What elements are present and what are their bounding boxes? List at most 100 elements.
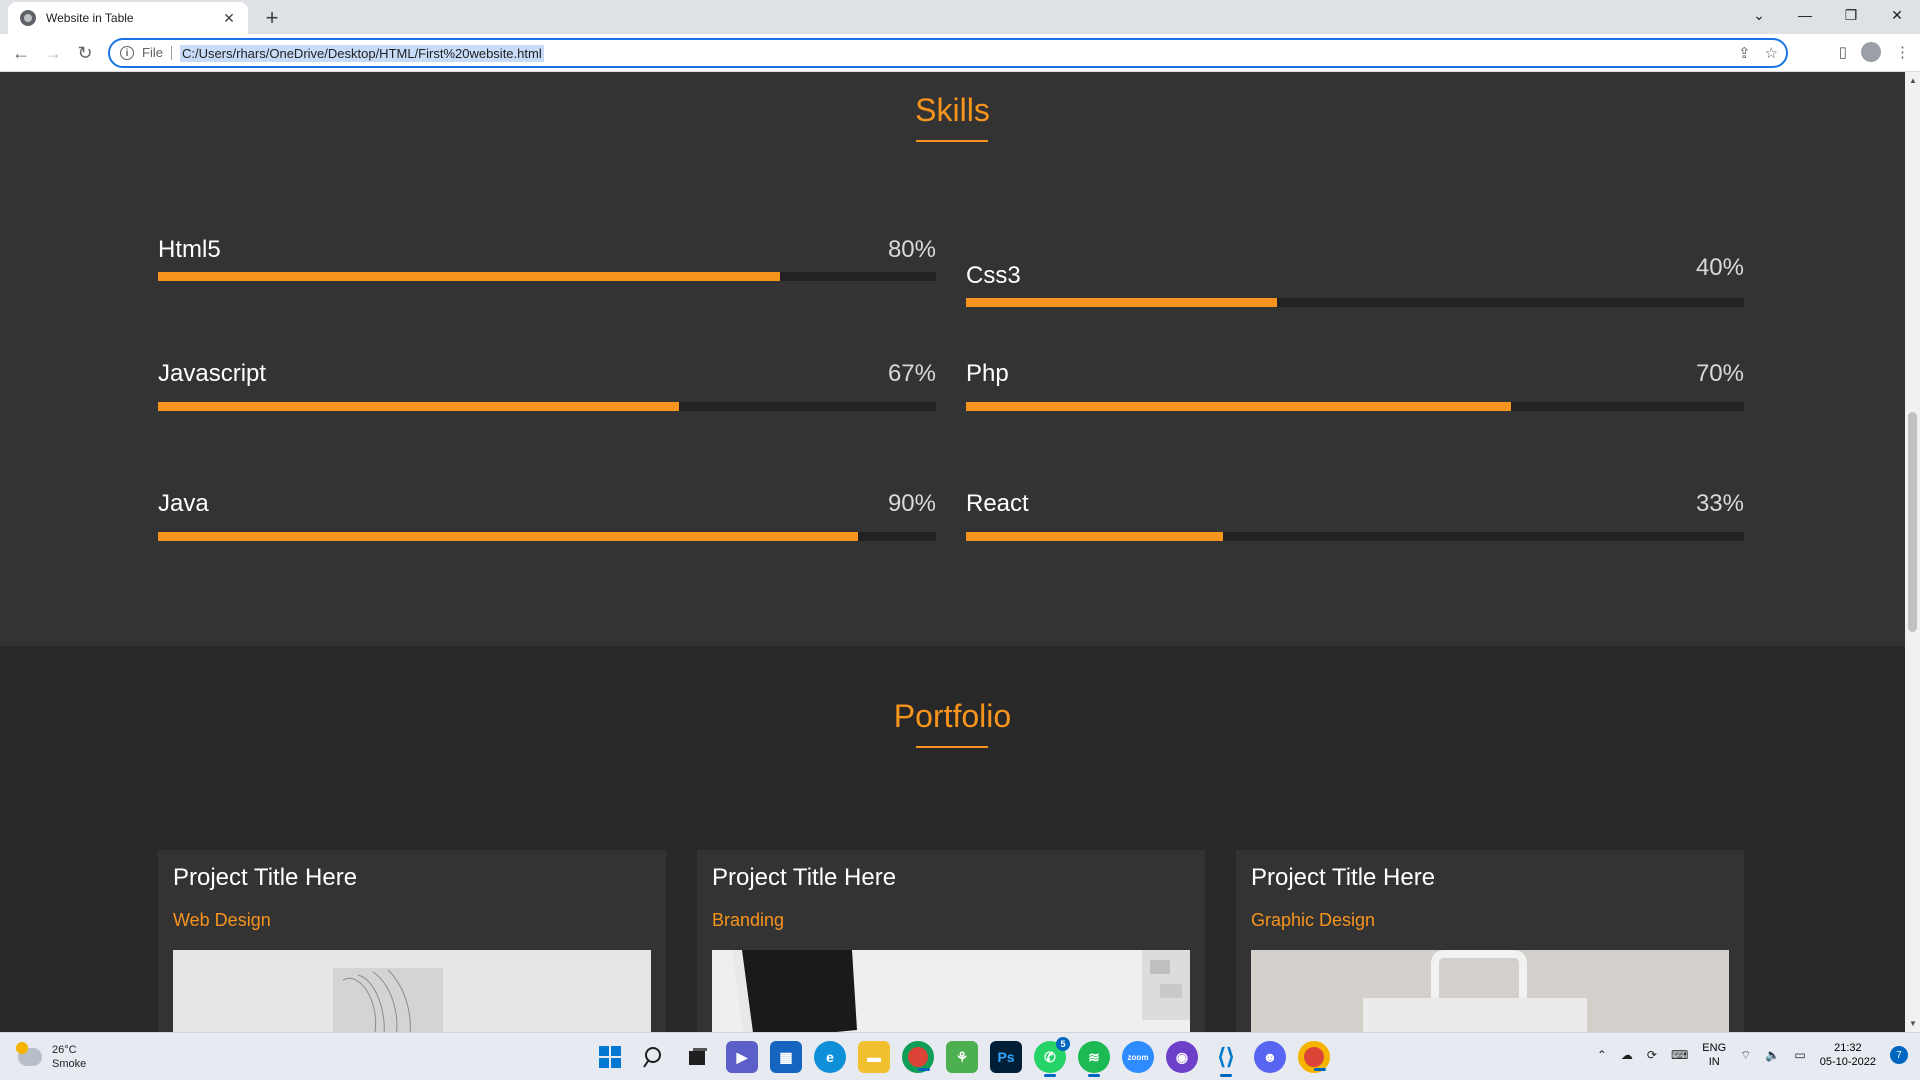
keyboard-icon[interactable]: ⌨ <box>1671 1048 1688 1062</box>
project-category[interactable]: Graphic Design <box>1251 910 1375 931</box>
skills-section: Skills Html5 80% Css3 40% Javascript 67%… <box>0 72 1905 646</box>
skill-name: Html5 <box>158 236 221 263</box>
close-window-icon[interactable]: ✕ <box>1874 0 1920 30</box>
skill-bar-track <box>158 272 936 281</box>
reload-icon[interactable]: ↻ <box>74 42 96 64</box>
edge-icon[interactable]: e <box>814 1041 846 1073</box>
tab-strip: Website in Table ✕ + ⌄ — ❐ ✕ <box>0 0 1920 34</box>
forward-arrow-icon[interactable]: → <box>42 42 64 64</box>
scrollbar-thumb[interactable] <box>1908 412 1917 632</box>
new-tab-button[interactable]: + <box>258 4 286 32</box>
clock[interactable]: 21:32 05-10-2022 <box>1820 1041 1876 1069</box>
tab-title: Website in Table <box>46 11 134 25</box>
side-panel-icon[interactable]: ▯ <box>1839 43 1847 61</box>
url-scheme-label: File <box>142 46 172 60</box>
project-category[interactable]: Web Design <box>173 910 271 931</box>
wifi-icon[interactable]: ⌔ <box>1740 1048 1751 1063</box>
clock-date: 05-10-2022 <box>1819 1056 1876 1068</box>
skill-percent: 33% <box>1695 490 1744 517</box>
zoom-icon[interactable]: zoom <box>1122 1041 1154 1073</box>
vscode-icon[interactable]: ⟨⟩ <box>1210 1041 1242 1077</box>
share-icon[interactable]: ⇪ <box>1738 44 1751 62</box>
chrome-active-icon[interactable] <box>1298 1041 1330 1073</box>
windows-start-icon[interactable] <box>594 1041 626 1073</box>
project-title: Project Title Here <box>173 864 358 891</box>
globe-icon <box>20 10 36 26</box>
language-code: ENG <box>1702 1042 1727 1054</box>
spotify-icon[interactable]: ≋ <box>1078 1041 1110 1077</box>
skill-bar-fill <box>158 532 859 541</box>
skill-percent: 90% <box>887 490 936 517</box>
project-category[interactable]: Branding <box>712 910 784 931</box>
skills-title-underline <box>916 140 988 142</box>
window-controls: ⌄ — ❐ ✕ <box>1736 0 1920 30</box>
weather-icon <box>16 1042 42 1066</box>
minimize-icon[interactable]: — <box>1782 0 1828 30</box>
region-code: IN <box>1708 1056 1720 1068</box>
menu-kebab-icon[interactable]: ⋮ <box>1895 43 1910 61</box>
portfolio-title-underline <box>916 746 988 748</box>
skill-bar-track <box>966 402 1744 411</box>
whatsapp-badge: 5 <box>1056 1037 1070 1051</box>
tab-search-chevron-icon[interactable]: ⌄ <box>1736 0 1782 30</box>
skill-bar-fill <box>966 402 1511 411</box>
restore-icon[interactable]: ❐ <box>1828 0 1874 30</box>
page-scrollbar[interactable]: ▲ ▼ <box>1905 72 1920 1032</box>
discord-icon[interactable]: ☻ <box>1254 1041 1286 1073</box>
notification-badge[interactable]: 7 <box>1890 1046 1908 1064</box>
skill-name: Css3 <box>966 262 1021 289</box>
url-text[interactable]: C:/Users/rhars/OneDrive/Desktop/HTML/Fir… <box>179 44 544 62</box>
battery-icon[interactable]: ▭ <box>1794 1048 1805 1062</box>
project-card[interactable]: Project Title Here Branding <box>697 850 1205 1032</box>
project-thumbnail-image[interactable] <box>1251 950 1729 1032</box>
skill-percent: 80% <box>887 236 936 263</box>
system-tray: ⌃ ☁ ⟳ ⌨ ENG IN ⌔ 🔈 ▭ 21:32 05-10-2022 7 <box>1597 1041 1908 1069</box>
skill-name: Javascript <box>158 360 267 387</box>
skill-bar-track <box>158 402 936 411</box>
scroll-up-icon[interactable]: ▲ <box>1909 76 1917 85</box>
profile-avatar-icon[interactable] <box>1861 42 1881 62</box>
task-view-icon[interactable] <box>682 1041 714 1073</box>
weather-description: Smoke <box>52 1058 87 1070</box>
file-explorer-icon[interactable]: ▬ <box>858 1041 890 1073</box>
photoshop-icon[interactable]: Ps <box>990 1041 1022 1073</box>
scroll-down-icon[interactable]: ▼ <box>1909 1019 1917 1028</box>
skill-bar-track <box>966 532 1744 541</box>
search-icon[interactable] <box>638 1041 670 1073</box>
weather-temperature: 26°C <box>52 1044 77 1056</box>
browser-toolbar: ← → ↻ i File C:/Users/rhars/OneDrive/Des… <box>0 34 1920 72</box>
skill-bar-fill <box>966 532 1223 541</box>
page-viewport: Skills Html5 80% Css3 40% Javascript 67%… <box>0 72 1905 1032</box>
browser-tab[interactable]: Website in Table ✕ <box>8 2 248 34</box>
app-icon[interactable]: ⚘ <box>946 1041 978 1073</box>
info-icon[interactable]: i <box>120 46 134 60</box>
sync-icon[interactable]: ⟳ <box>1647 1048 1657 1062</box>
project-thumbnail-image[interactable] <box>173 950 651 1032</box>
skill-bar-fill <box>158 272 781 281</box>
project-card[interactable]: Project Title Here Graphic Design <box>1236 850 1744 1032</box>
skill-name: Java <box>158 490 209 517</box>
teams-chat-icon[interactable]: ▶ <box>726 1041 758 1073</box>
portfolio-title: Portfolio <box>893 698 1012 734</box>
clock-time: 21:32 <box>1834 1042 1862 1054</box>
skill-name: Php <box>966 360 1009 387</box>
store-icon[interactable]: ▦ <box>770 1041 802 1073</box>
skill-percent: 40% <box>1695 254 1744 281</box>
language-indicator[interactable]: ENG IN <box>1702 1041 1726 1069</box>
project-card[interactable]: Project Title Here Web Design <box>158 850 666 1032</box>
back-arrow-icon[interactable]: ← <box>10 42 32 64</box>
tab-close-icon[interactable]: ✕ <box>220 10 238 27</box>
skill-bar-track <box>966 298 1744 307</box>
whatsapp-icon[interactable]: ✆ 5 <box>1034 1037 1070 1077</box>
weather-widget[interactable]: 26°C Smoke <box>16 1042 87 1071</box>
taskbar-apps: ▶ ▦ e ▬ ⚘ Ps ✆ 5 ≋ zoom ◉ ⟨⟩ ☻ <box>594 1037 1330 1077</box>
address-bar[interactable]: i File C:/Users/rhars/OneDrive/Desktop/H… <box>108 38 1788 68</box>
github-icon[interactable]: ◉ <box>1166 1041 1198 1073</box>
chrome-icon[interactable] <box>902 1041 934 1073</box>
volume-icon[interactable]: 🔈 <box>1765 1048 1780 1062</box>
project-thumbnail-image[interactable] <box>712 950 1190 1032</box>
bookmark-star-icon[interactable]: ☆ <box>1765 44 1778 62</box>
windows-taskbar: 26°C Smoke ▶ ▦ e ▬ ⚘ Ps ✆ 5 ≋ zoom ◉ ⟨⟩ ☻… <box>0 1032 1920 1080</box>
onedrive-cloud-icon[interactable]: ☁ <box>1621 1048 1633 1062</box>
chevron-up-icon[interactable]: ⌃ <box>1597 1048 1607 1062</box>
